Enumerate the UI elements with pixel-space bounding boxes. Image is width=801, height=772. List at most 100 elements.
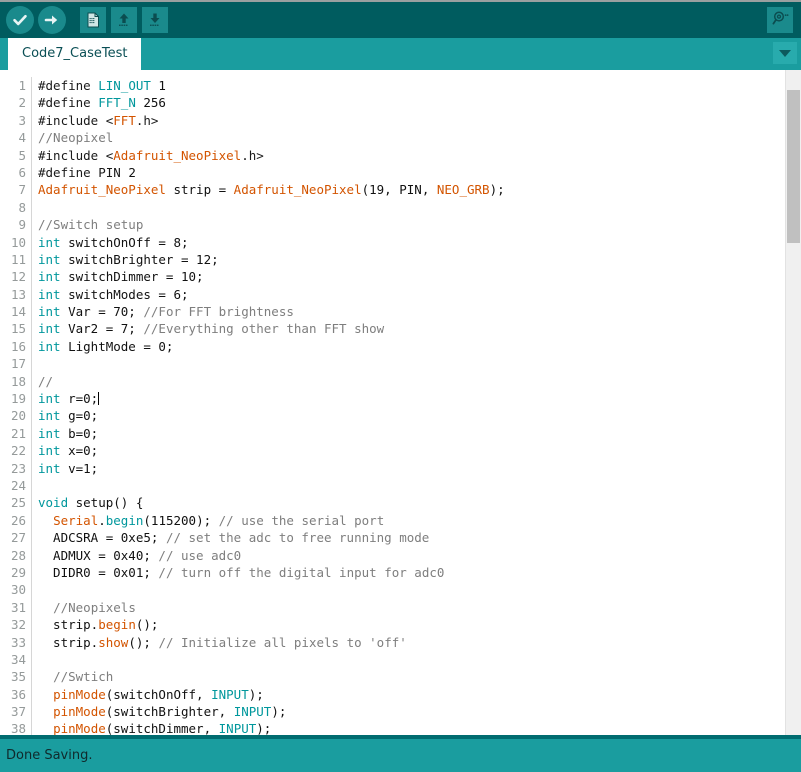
code-line[interactable]: int Var = 70; //For FFT brightness xyxy=(38,303,785,320)
code-line[interactable]: DIDR0 = 0x01; // turn off the digital in… xyxy=(38,564,785,581)
document-icon xyxy=(84,11,102,29)
line-number-gutter: 1 2 3 4 5 6 7 8 9 10 11 12 13 14 15 16 17 18 19 20 21 22 23 24 2… xyxy=(0,77,32,735)
code-line[interactable]: pinMode(switchDimmer, INPUT); xyxy=(38,720,785,735)
sketch-tab-active[interactable]: Code7_CaseTest xyxy=(8,38,142,70)
code-token: int xyxy=(38,443,61,459)
code-token: DIDR0 = 0x01; xyxy=(38,564,159,580)
code-token: int xyxy=(38,338,61,354)
code-line[interactable]: int v=1; xyxy=(38,460,785,477)
code-token: pinMode xyxy=(53,721,106,735)
open-sketch-button[interactable] xyxy=(111,7,137,33)
code-token: int xyxy=(38,391,61,407)
code-content[interactable]: #define LIN_OUT 1 #define FFT_N 256 #inclu… xyxy=(32,77,785,735)
scrollbar-thumb[interactable] xyxy=(787,89,800,243)
code-token: pinMode xyxy=(53,704,106,720)
code-line[interactable]: void setup() { xyxy=(38,494,785,511)
code-line[interactable]: Adafruit_NeoPixel strip = Adafruit_NeoPi… xyxy=(38,181,785,198)
code-token: INPUT xyxy=(218,721,257,735)
code-line[interactable]: int b=0; xyxy=(38,425,785,442)
code-line[interactable]: int r=0; xyxy=(38,390,785,407)
tab-menu-button[interactable] xyxy=(773,42,797,64)
line-number: 7 xyxy=(18,182,26,198)
code-token: INPUT xyxy=(211,686,249,702)
editor-vertical-scrollbar[interactable] xyxy=(785,70,801,735)
code-line[interactable]: pinMode(switchOnOff, INPUT); xyxy=(38,686,785,703)
status-bar: Done Saving. xyxy=(0,739,801,772)
arduino-ide-window: Code7_CaseTest 1 2 3 4 5 6 7 8 9 10 11 12 13 14 15 16 17… xyxy=(0,0,801,772)
line-number: 12 xyxy=(10,269,26,285)
code-line[interactable]: //Swtich xyxy=(38,668,785,685)
line-number: 32 xyxy=(10,617,26,633)
code-token: // Initialize all pixels to 'off' xyxy=(158,634,407,650)
code-line[interactable]: //Neopixels xyxy=(38,599,785,616)
line-number: 29 xyxy=(10,564,26,580)
line-number: 9 xyxy=(18,217,26,233)
line-number: 15 xyxy=(10,321,26,337)
sketch-tab-label: Code7_CaseTest xyxy=(22,46,128,61)
code-line[interactable]: int switchDimmer = 10; xyxy=(38,268,785,285)
code-token: Adafruit_NeoPixel xyxy=(113,147,242,163)
code-token: ); xyxy=(248,686,264,702)
code-line[interactable] xyxy=(38,355,785,372)
code-token: #include < xyxy=(38,147,114,163)
code-token: b=0; xyxy=(60,425,99,441)
code-line[interactable]: //Neopixel xyxy=(38,129,785,146)
code-line[interactable]: #include <FFT.h> xyxy=(38,112,785,129)
code-token: setup() { xyxy=(68,495,144,511)
code-line[interactable]: ADMUX = 0x40; // use adc0 xyxy=(38,547,785,564)
line-number: 17 xyxy=(10,356,26,372)
line-number: 6 xyxy=(18,164,26,180)
code-token: show xyxy=(98,634,129,650)
editor-area: 1 2 3 4 5 6 7 8 9 10 11 12 13 14 15 16 17 18 19 20 21 22 23 24 2… xyxy=(0,70,801,735)
line-number: 33 xyxy=(10,634,26,650)
code-token: 256 xyxy=(135,95,166,111)
code-line[interactable]: Serial.begin(115200); // use the serial … xyxy=(38,512,785,529)
code-line[interactable]: int switchModes = 6; xyxy=(38,286,785,303)
code-line[interactable] xyxy=(38,581,785,598)
code-line[interactable]: ADCSRA = 0xe5; // set the adc to free ru… xyxy=(38,529,785,546)
code-token: ); xyxy=(271,704,287,720)
code-token: Adafruit_NeoPixel xyxy=(233,182,362,198)
code-line[interactable]: // xyxy=(38,373,785,390)
upload-button[interactable] xyxy=(38,6,66,34)
code-token: pinMode xyxy=(53,686,106,702)
save-sketch-button[interactable] xyxy=(142,7,168,33)
chevron-down-icon xyxy=(779,49,791,57)
code-token: Var2 = 7; xyxy=(60,321,144,337)
code-token: //Neopixel xyxy=(38,130,114,146)
code-line[interactable]: //Switch setup xyxy=(38,216,785,233)
code-line[interactable] xyxy=(38,199,785,216)
code-token: NEO_GRB xyxy=(436,182,490,198)
code-token: 1 xyxy=(150,78,166,93)
code-token: strip = xyxy=(165,182,234,198)
code-line[interactable]: strip.begin(); xyxy=(38,616,785,633)
code-token: void xyxy=(38,495,69,511)
new-sketch-button[interactable] xyxy=(80,7,106,33)
line-number: 25 xyxy=(10,495,26,511)
verify-button[interactable] xyxy=(6,6,34,34)
code-line[interactable]: int Var2 = 7; //Everything other than FF… xyxy=(38,320,785,337)
code-line[interactable]: int switchBrighter = 12; xyxy=(38,251,785,268)
code-line[interactable]: int g=0; xyxy=(38,407,785,424)
code-line[interactable] xyxy=(38,651,785,668)
code-line[interactable]: pinMode(switchBrighter, INPUT); xyxy=(38,703,785,720)
code-line[interactable]: strip.show(); // Initialize all pixels t… xyxy=(38,634,785,651)
code-token: #define xyxy=(38,164,99,180)
code-line[interactable]: int x=0; xyxy=(38,442,785,459)
code-line[interactable]: #define FFT_N 256 xyxy=(38,94,785,111)
code-line[interactable]: #include <Adafruit_NeoPixel.h> xyxy=(38,147,785,164)
code-editor[interactable]: 1 2 3 4 5 6 7 8 9 10 11 12 13 14 15 16 17 18 19 20 21 22 23 24 2… xyxy=(0,70,785,735)
code-line[interactable]: int LightMode = 0; xyxy=(38,338,785,355)
code-line[interactable]: #define LIN_OUT 1 xyxy=(38,77,785,94)
code-token: //Everything other than FFT show xyxy=(143,321,385,337)
code-line[interactable]: int switchOnOff = 8; xyxy=(38,234,785,251)
code-line[interactable] xyxy=(38,477,785,494)
line-number: 36 xyxy=(10,686,26,702)
line-number: 35 xyxy=(10,669,26,685)
main-toolbar xyxy=(0,2,801,38)
code-line[interactable]: #define PIN 2 xyxy=(38,164,785,181)
serial-monitor-button[interactable] xyxy=(767,7,793,33)
code-token: // xyxy=(38,373,54,389)
